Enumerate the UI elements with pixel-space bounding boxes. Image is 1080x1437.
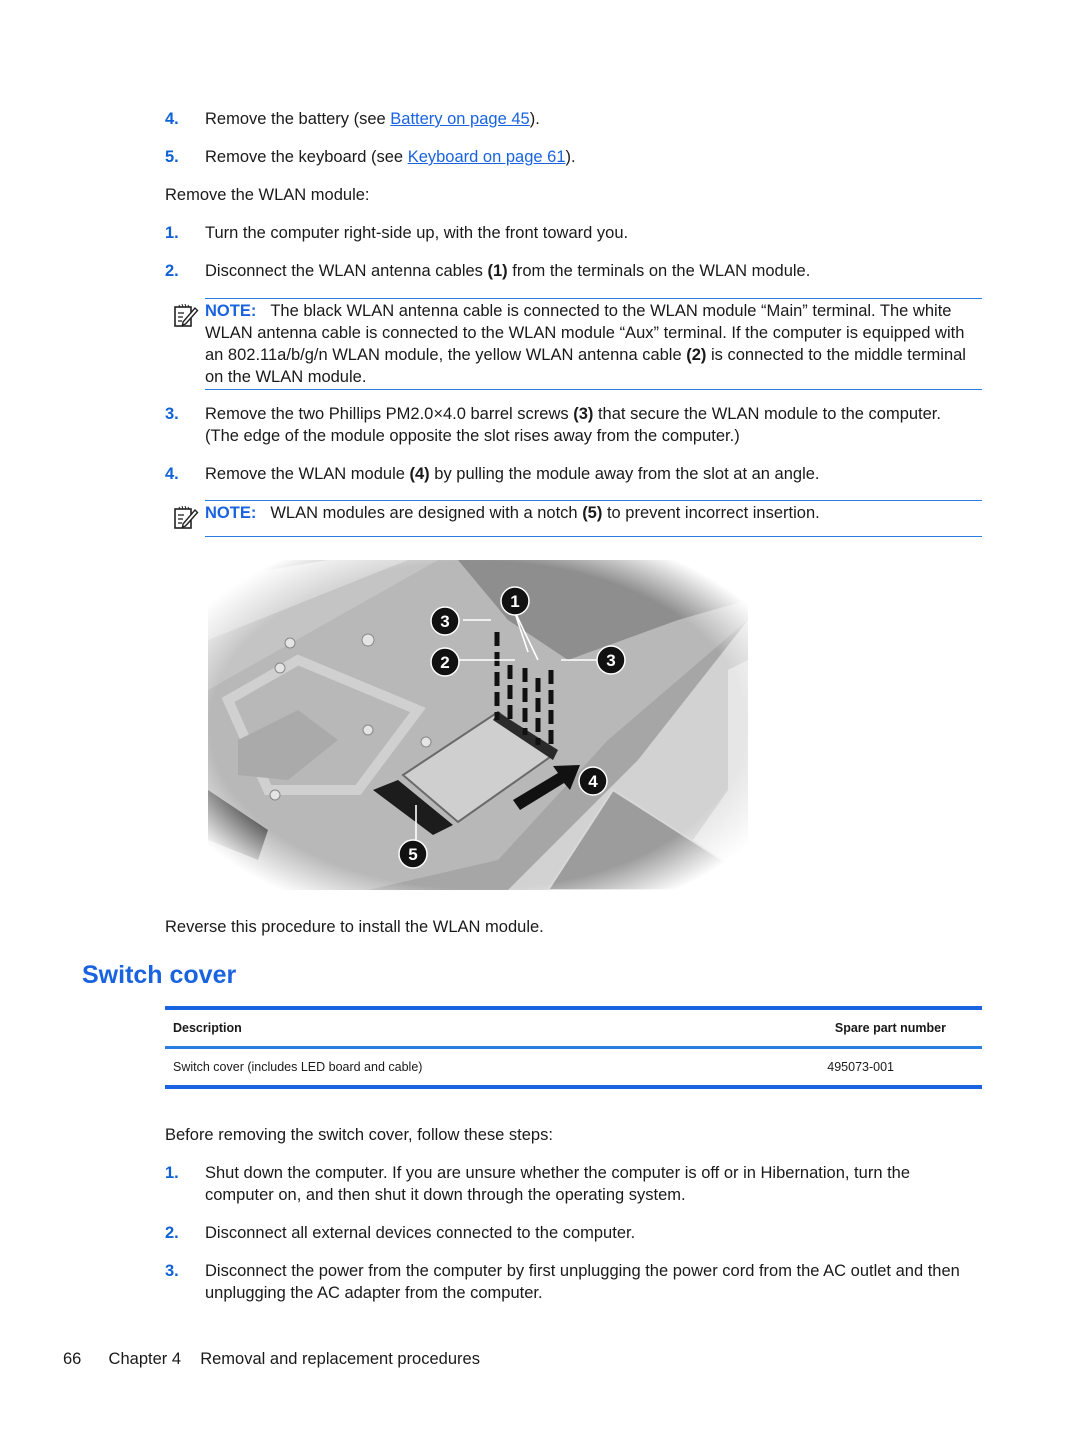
step-text: Disconnect the power from the computer b…	[205, 1262, 960, 1302]
reverse-procedure-text: Reverse this procedure to install the WL…	[165, 918, 544, 936]
switch-intro: Before removing the switch cover, follow…	[165, 1126, 553, 1144]
step-number: 4.	[165, 110, 179, 128]
note-pencil-icon	[174, 303, 199, 327]
step-number: 3.	[165, 405, 179, 423]
page-footer: 66 Chapter 4 Removal and replacement pro…	[63, 1348, 480, 1370]
step-number: 3.	[165, 1262, 179, 1280]
cell-description: Switch cover (includes LED board and cab…	[173, 1059, 423, 1074]
step-text: Remove the battery (see Battery on page …	[205, 110, 540, 128]
step-text: Shut down the computer. If you are unsur…	[205, 1164, 911, 1204]
keyboard-page-link[interactable]: Keyboard on page 61	[408, 148, 566, 166]
note-label: NOTE:	[205, 504, 257, 522]
cell-spare-part-number: 495073-001	[827, 1059, 894, 1074]
wlan-module-illustration: 1 2 3 3 4 5	[208, 560, 748, 890]
column-header-description: Description	[173, 1021, 242, 1035]
step-text: Remove the keyboard (see Keyboard on pag…	[205, 148, 576, 166]
step-text: Disconnect the WLAN antenna cables (1) f…	[205, 262, 811, 280]
step-number: 2.	[165, 262, 179, 280]
table-header-row: Description Spare part number	[165, 1010, 982, 1046]
step-text: Remove the two Phillips PM2.0×4.0 barrel…	[205, 405, 941, 445]
note-pencil-icon	[174, 505, 199, 529]
column-header-spare-part-number: Spare part number	[834, 1021, 946, 1035]
step-text: Remove the WLAN module (4) by pulling th…	[205, 465, 820, 483]
step-number: 2.	[165, 1224, 179, 1242]
step-number: 4.	[165, 465, 179, 483]
section-heading: Switch cover	[82, 961, 237, 989]
step-number: 1.	[165, 1164, 179, 1182]
chapter-title: Removal and replacement procedures	[200, 1350, 480, 1368]
table-row: Switch cover (includes LED board and cab…	[165, 1049, 982, 1085]
page-number: 66	[63, 1350, 82, 1368]
chapter-label: Chapter 4	[108, 1350, 182, 1368]
table-bottom-rule	[165, 1084, 982, 1089]
note-label: NOTE:	[205, 302, 257, 320]
step-number: 1.	[165, 224, 179, 242]
note-callout: NOTE: WLAN modules are designed with a no…	[205, 500, 982, 537]
spare-parts-table: Description Spare part number Switch cov…	[165, 1006, 982, 1089]
step-number: 5.	[165, 148, 179, 166]
step-text: Disconnect all external devices connecte…	[205, 1224, 636, 1242]
wlan-intro: Remove the WLAN module:	[165, 186, 370, 204]
battery-page-link[interactable]: Battery on page 45	[390, 110, 529, 128]
note-callout: NOTE: The black WLAN antenna cable is con…	[205, 298, 982, 390]
step-text: Turn the computer right-side up, with th…	[205, 224, 629, 242]
